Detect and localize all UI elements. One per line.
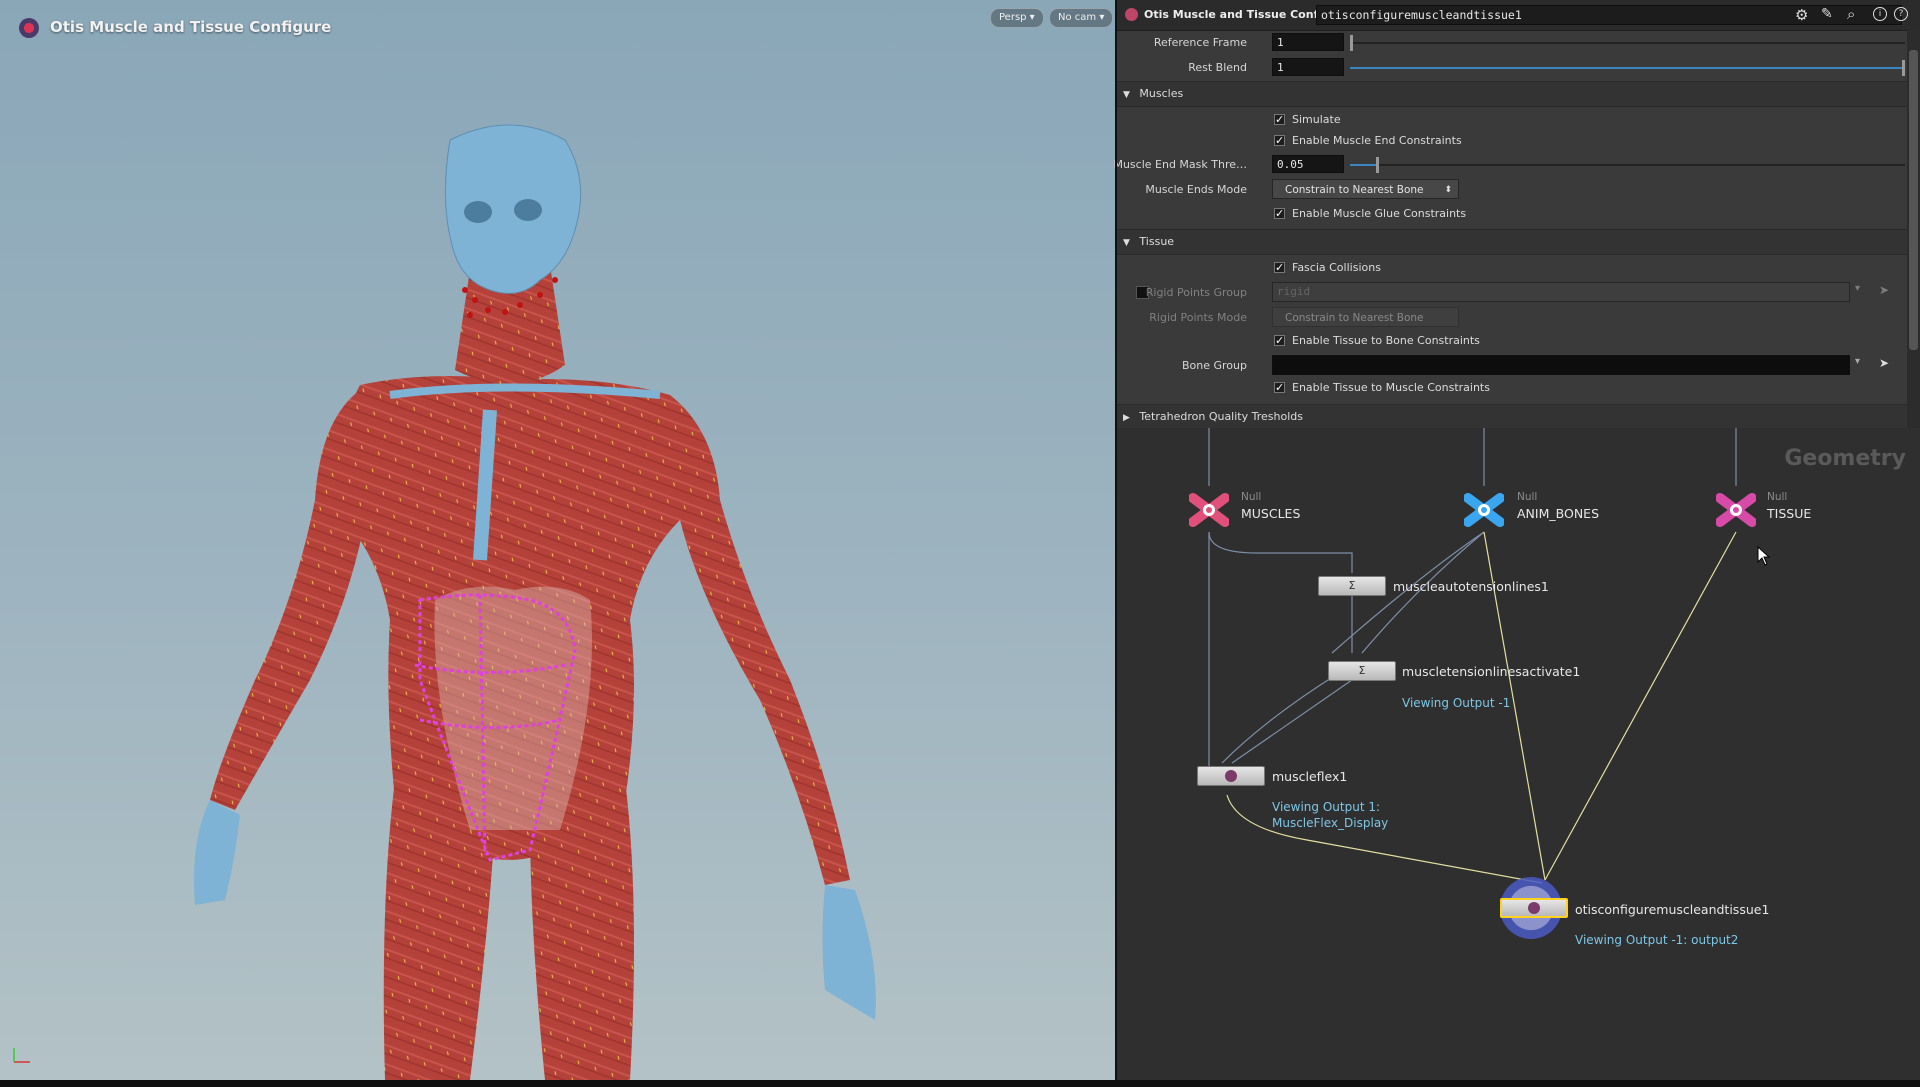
anim-bones-null-node[interactable]: [1463, 490, 1505, 530]
mouse-cursor-icon: [1757, 545, 1771, 570]
collapse-triangle-icon: ▶: [1123, 413, 1130, 423]
otisconfigure-label: otisconfiguremuscleandtissue1: [1575, 902, 1770, 917]
enable-muscle-end-checkbox[interactable]: ✓: [1274, 135, 1285, 146]
reference-frame-label: Reference Frame: [1153, 36, 1247, 49]
node-wires: [1208, 428, 1737, 884]
anim-bones-node-label: ANIM_BONES: [1517, 506, 1600, 521]
rest-blend-slider[interactable]: [1350, 67, 1905, 69]
pane-divider[interactable]: [1115, 0, 1117, 1080]
rigid-mode-value: Constrain to Nearest Bone: [1285, 312, 1424, 324]
rest-blend-input[interactable]: 1: [1272, 58, 1344, 76]
muscleflex-viewing-output-1: Viewing Output 1:: [1272, 800, 1381, 814]
rigid-group-input[interactable]: rigid: [1272, 282, 1850, 302]
rigid-mode-menu[interactable]: Constrain to Nearest Bone: [1272, 307, 1459, 327]
tissue-node-label: TISSUE: [1767, 506, 1812, 521]
simulate-label: Simulate: [1292, 113, 1341, 126]
rigid-group-label: Rigid Points Group: [1145, 286, 1247, 299]
tissue-null-node[interactable]: [1715, 490, 1757, 530]
muscletensionlinesactivate-node[interactable]: Σ: [1328, 661, 1396, 681]
muscles-null-node[interactable]: [1188, 490, 1230, 530]
tissue-null-type: Null: [1767, 491, 1788, 503]
flex-icon: [1225, 770, 1237, 782]
bone-group-label: Bone Group: [1181, 359, 1247, 372]
rest-blend-handle[interactable]: [1902, 60, 1905, 76]
params-scrollbar[interactable]: [1907, 30, 1920, 428]
fascia-collisions-checkbox[interactable]: ✓: [1274, 262, 1285, 273]
network-editor[interactable]: Geometry Null MUSCLES Null ANIM_BONES Nu…: [1117, 428, 1920, 1080]
node-name-field[interactable]: otisconfiguremuscleandtissue1: [1316, 5, 1902, 25]
scene-viewport[interactable]: Otis Muscle and Tissue Configure Persp ▾…: [0, 0, 1115, 1080]
expand-triangle-icon: ▼: [1123, 238, 1130, 248]
select-arrow-icon[interactable]: ➤: [1879, 356, 1889, 370]
rigid-mode-label: Rigid Points Mode: [1149, 311, 1247, 324]
rest-blend-label: Rest Blend: [1188, 61, 1247, 74]
enable-muscle-end-label: Enable Muscle End Constraints: [1292, 134, 1462, 147]
search-icon[interactable]: ⌕: [1847, 5, 1855, 23]
muscle-end-mask-fill: [1350, 164, 1377, 166]
left-arm: [210, 390, 365, 810]
muscles-section-label: Muscles: [1139, 87, 1184, 100]
enable-glue-label: Enable Muscle Glue Constraints: [1292, 207, 1467, 220]
muscles-node-label: MUSCLES: [1241, 506, 1301, 521]
dropdown-arrow-icon[interactable]: ▾: [1855, 283, 1860, 294]
help-icon[interactable]: ?: [1894, 7, 1908, 21]
anim-bones-null-type: Null: [1517, 491, 1538, 503]
muscle-ends-mode-menu[interactable]: Constrain to Nearest Bone ⬍: [1272, 179, 1459, 199]
fascia-collisions-label: Fascia Collisions: [1292, 261, 1381, 274]
muscles-section[interactable]: ▼ Muscles: [1117, 81, 1907, 107]
reference-frame-handle[interactable]: [1350, 35, 1353, 51]
enable-glue-checkbox[interactable]: ✓: [1274, 208, 1285, 219]
muscle-ends-mode-label: Muscle Ends Mode: [1145, 183, 1247, 196]
simulate-checkbox[interactable]: ✓: [1274, 114, 1285, 125]
enable-tissue-bone-label: Enable Tissue to Bone Constraints: [1292, 334, 1480, 347]
reference-frame-input[interactable]: 1: [1272, 33, 1344, 51]
tensionactivate-viewing-output: Viewing Output -1: [1402, 696, 1511, 710]
muscle-end-mask-input[interactable]: 0.05: [1272, 155, 1344, 173]
otis-node-icon: [1125, 8, 1138, 21]
reference-frame-slider[interactable]: [1350, 42, 1905, 44]
right-arm: [670, 395, 850, 885]
tetrahedron-section[interactable]: ▶ Tetrahedron Quality Tresholds: [1117, 404, 1907, 430]
sigma-icon: Σ: [1358, 664, 1366, 677]
select-arrow-icon[interactable]: ➤: [1879, 283, 1889, 297]
tetrahedron-section-label: Tetrahedron Quality Tresholds: [1139, 410, 1303, 423]
muscleautotensionlines-label: muscleautotensionlines1: [1393, 579, 1549, 594]
left-hand: [194, 800, 240, 905]
tissue-section-label: Tissue: [1139, 235, 1175, 248]
enable-tissue-muscle-label: Enable Tissue to Muscle Constraints: [1292, 381, 1490, 394]
enable-tissue-muscle-checkbox[interactable]: ✓: [1274, 382, 1285, 393]
muscle-end-mask-handle[interactable]: [1376, 157, 1379, 173]
body-model: [13, 124, 876, 1080]
muscletensionlinesactivate-label: muscletensionlinesactivate1: [1402, 664, 1581, 679]
muscle-ends-mode-value: Constrain to Nearest Bone: [1285, 184, 1424, 196]
otisconfigure-node[interactable]: [1500, 898, 1568, 918]
parameter-header: Otis Muscle and Tissue Configure otiscon…: [1117, 0, 1920, 31]
info-icon[interactable]: i: [1873, 7, 1887, 21]
enable-tissue-bone-checkbox[interactable]: ✓: [1274, 335, 1285, 346]
tissue-section[interactable]: ▼ Tissue: [1117, 229, 1907, 255]
muscles-null-type: Null: [1241, 491, 1262, 503]
gear-icon[interactable]: ⚙: [1795, 6, 1808, 24]
parameter-pane: Otis Muscle and Tissue Configure otiscon…: [1113, 0, 1920, 430]
expand-triangle-icon: ▼: [1123, 90, 1130, 100]
muscleautotensionlines-node[interactable]: Σ: [1318, 576, 1386, 596]
axes-gizmo: [13, 1048, 30, 1063]
brush-icon[interactable]: ✎: [1821, 6, 1833, 22]
sigma-icon: Σ: [1348, 579, 1356, 592]
bottom-bar: [0, 1080, 1920, 1087]
updown-icon: ⬍: [1444, 185, 1452, 195]
bone-group-input[interactable]: [1272, 355, 1850, 375]
dropdown-arrow-icon[interactable]: ▾: [1855, 356, 1860, 367]
muscleflex-node[interactable]: [1197, 766, 1265, 786]
muscle-end-mask-slider[interactable]: [1350, 164, 1905, 166]
muscle-end-mask-label: Muscle End Mask Thre…: [1113, 158, 1247, 171]
right-hand: [822, 885, 876, 1020]
otisconfigure-viewing-output: Viewing Output -1: output2: [1575, 933, 1739, 947]
otis-icon: [1528, 902, 1540, 914]
muscleflex-label: muscleflex1: [1272, 769, 1348, 784]
muscleflex-viewing-output-2: MuscleFlex_Display: [1272, 816, 1389, 830]
